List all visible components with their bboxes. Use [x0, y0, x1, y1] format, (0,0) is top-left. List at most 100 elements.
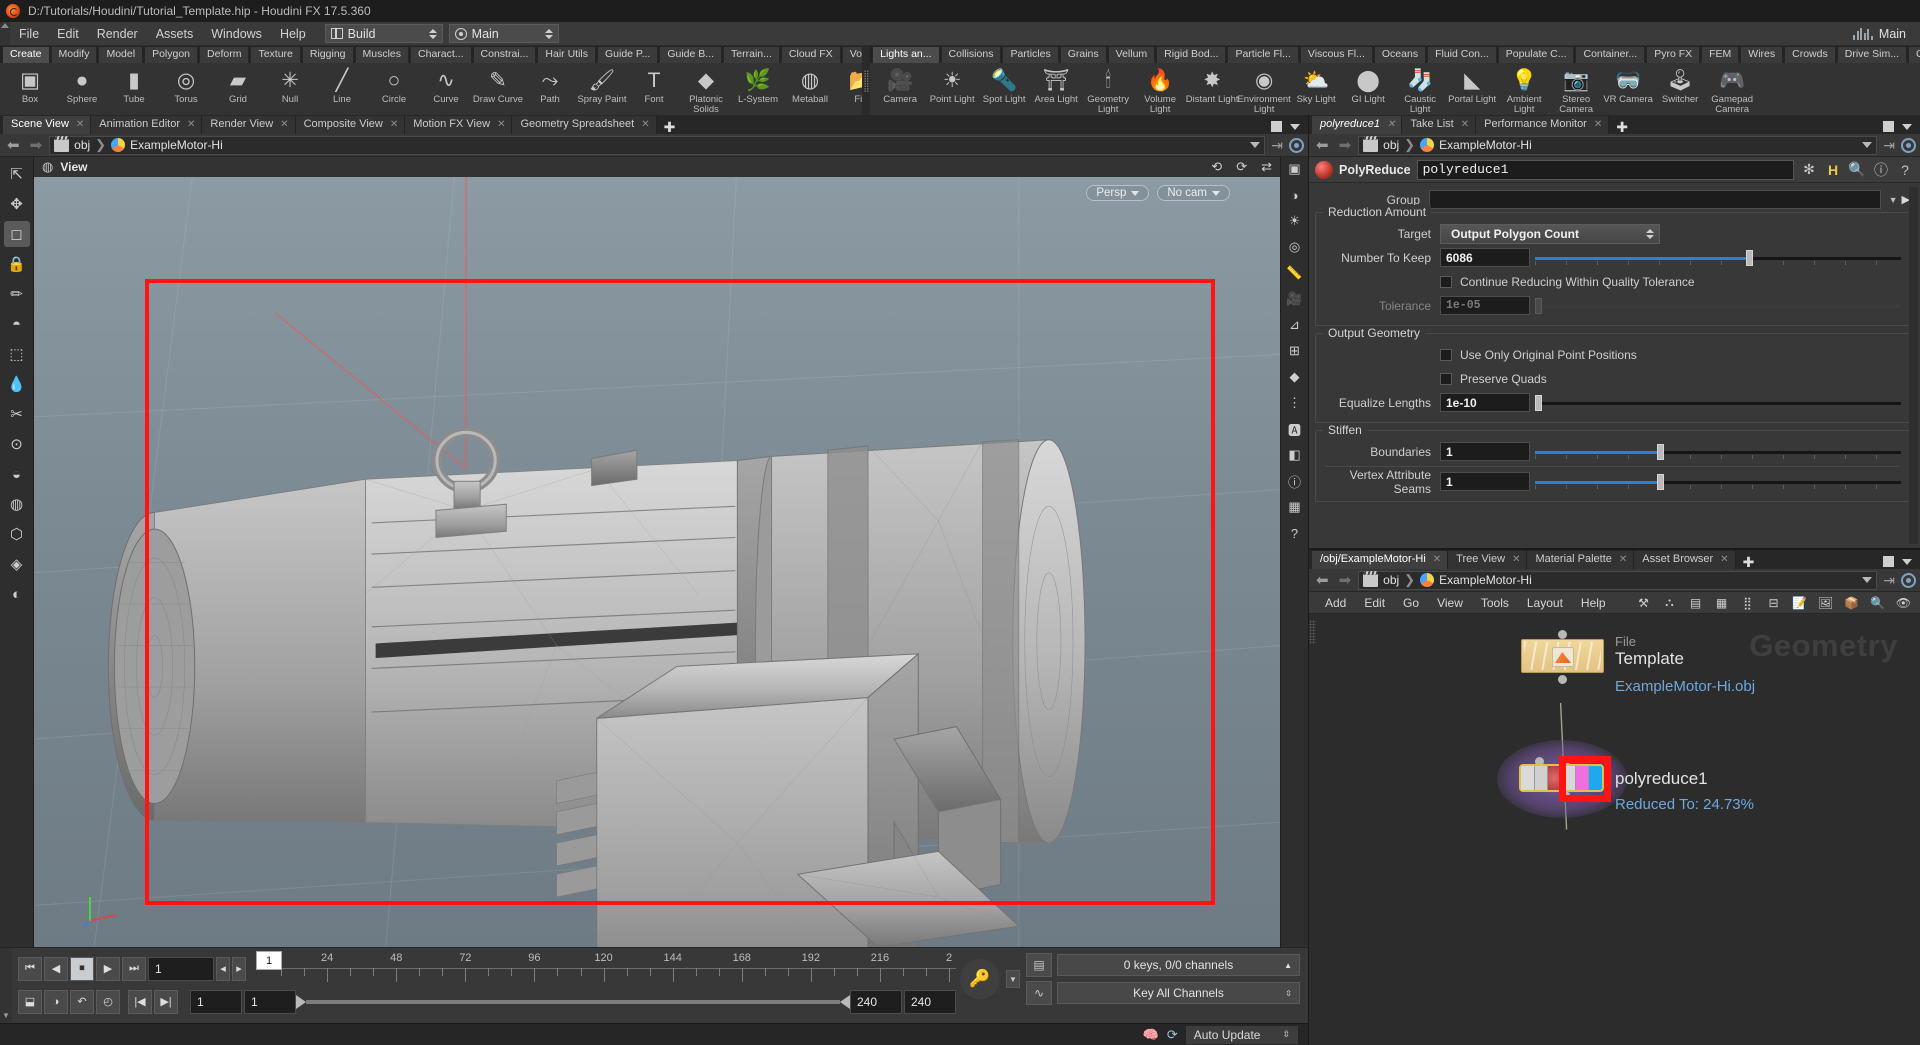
snap-icon[interactable]: ⊿ — [1284, 315, 1306, 335]
shelf-item-vr-camera[interactable]: 🥽 VR Camera — [1602, 66, 1654, 105]
layout-icon[interactable]: ⊟ — [1765, 595, 1782, 610]
projection-selector[interactable]: Persp — [1086, 185, 1150, 201]
target-icon[interactable] — [1289, 137, 1304, 153]
shelf-item-line[interactable]: ╱ Line — [316, 66, 368, 105]
shelf-item-file[interactable]: 📂File — [836, 66, 862, 105]
range-track[interactable] — [306, 999, 840, 1004]
network-menu-edit[interactable]: Edit — [1356, 594, 1393, 612]
shelf-tab-grains[interactable]: Grains — [1059, 46, 1107, 63]
jump-start-icon[interactable]: ⏮ — [18, 956, 42, 981]
shelf-tab-oceans[interactable]: Oceans — [1373, 46, 1427, 63]
shelf-tab-pyro-fx[interactable]: Pyro FX — [1646, 46, 1701, 63]
info-icon[interactable]: ⓘ — [1284, 471, 1306, 491]
shelf-item-spray-paint[interactable]: 🖌 Spray Paint — [576, 66, 628, 105]
shelf-item-curve[interactable]: ∿ Curve — [420, 66, 472, 105]
shelf-tab-guide-p[interactable]: Guide P... — [597, 46, 659, 63]
close-icon[interactable]: ✕ — [390, 118, 398, 131]
preserve-quads-checkbox[interactable] — [1440, 372, 1452, 385]
shelf-item-spot-light[interactable]: 🔦 Spot Light — [978, 66, 1030, 105]
desktop-selector-spinner[interactable] — [427, 28, 439, 39]
shelf-tab-crowds[interactable]: Crowds — [1784, 46, 1836, 63]
group-dropdown-icon[interactable]: ▼ — [1889, 195, 1898, 205]
shelf-item-path[interactable]: ⤳ Path — [524, 66, 576, 105]
pin-icon[interactable]: ⇥ — [1881, 572, 1897, 589]
playback-range-bar[interactable]: 1 1 240 240 — [190, 989, 956, 1014]
shelf-tab-collisions[interactable]: Collisions — [940, 46, 1002, 63]
pane-tab-material-palette[interactable]: Material Palette ✕ — [1527, 551, 1635, 569]
ghost-icon[interactable]: ◎ — [1284, 237, 1306, 257]
range-end-handle[interactable] — [840, 994, 850, 1009]
shading-icon[interactable]: ◑ — [1284, 185, 1306, 205]
shelf-tab-guide-b[interactable]: Guide B... — [659, 46, 723, 63]
stop-icon[interactable]: ⏹ — [70, 956, 94, 981]
tools-icon[interactable]: ⚒ — [1635, 595, 1652, 610]
scene-path-field[interactable]: obj ❯ ExampleMotor-Hi — [49, 135, 1266, 155]
shelf-tab-terrain[interactable]: Terrain... — [723, 46, 780, 63]
color-grid-icon[interactable]: ▦ — [1713, 595, 1730, 610]
number-to-keep-slider[interactable] — [1535, 248, 1905, 267]
shelf-item-ambient-light[interactable]: 💡 Ambient Light — [1498, 66, 1550, 115]
pane-tab-take-list[interactable]: Take List ✕ — [1402, 116, 1477, 134]
snapping-icon[interactable]: ⟳ — [1236, 159, 1247, 175]
shelf-tab-fluid-con[interactable]: Fluid Con... — [1427, 46, 1497, 63]
close-icon[interactable]: ✕ — [1512, 553, 1520, 566]
shelf-item-gamepad-camera[interactable]: 🎮 Gamepad Camera — [1706, 66, 1758, 115]
hierarchy-icon[interactable]: ⛬ — [1661, 595, 1678, 610]
menu-render[interactable]: Render — [88, 24, 147, 44]
file-node-input-dot[interactable] — [1558, 675, 1567, 684]
shelf-item-box[interactable]: ▣ Box — [4, 66, 56, 105]
pane-menu-chevron-down-icon[interactable] — [1290, 123, 1300, 130]
target-icon[interactable] — [1901, 137, 1916, 153]
play-icon[interactable]: ▶ — [96, 956, 120, 981]
handle-icon[interactable]: ✥ — [4, 191, 30, 217]
file-node-output-dot[interactable] — [1558, 630, 1567, 639]
key-mode-button[interactable]: Key All Channels ⇳ — [1057, 982, 1300, 1004]
step-prev-key-icon[interactable]: ◂ — [216, 956, 230, 981]
shelf-tab-cloud-fx[interactable]: Cloud FX — [780, 46, 841, 63]
shelf-item-point-light[interactable]: ☀ Point Light — [926, 66, 978, 105]
vertex-seams-slider[interactable] — [1535, 472, 1905, 491]
pane-tab-geometry-spreadsheet[interactable]: Geometry Spreadsheet ✕ — [512, 116, 657, 134]
shelf-tab-hair-utils[interactable]: Hair Utils — [537, 46, 596, 63]
info-icon[interactable]: ⓘ — [1872, 160, 1890, 180]
network-path-field[interactable]: obj ❯ ExampleMotor-Hi — [1358, 570, 1878, 590]
shelf-item-tube[interactable]: ▮ Tube — [108, 66, 160, 105]
timeline-playhead[interactable]: 1 — [256, 951, 282, 970]
ruler-icon[interactable]: 📏 — [1284, 263, 1306, 283]
shelf-item-area-light[interactable]: ⛩ Area Light — [1030, 66, 1082, 105]
shelf-tab-particles[interactable]: Particles — [1002, 46, 1059, 63]
range-start-field[interactable]: 1 — [190, 989, 242, 1014]
close-icon[interactable]: ✕ — [1433, 553, 1441, 566]
file-node[interactable] — [1521, 639, 1604, 673]
grid-icon[interactable]: ▦ — [1284, 497, 1306, 517]
undo-icon[interactable]: ↶ — [70, 989, 94, 1014]
shelf-tab-polygon[interactable]: Polygon — [144, 46, 199, 63]
pin-icon[interactable]: ⇥ — [1881, 137, 1897, 154]
to-end-icon[interactable]: ▶| — [154, 989, 178, 1014]
shelf-item-caustic-light[interactable]: 🧦 Caustic Light — [1394, 66, 1446, 115]
menu-file[interactable]: File — [10, 24, 48, 44]
channel-list-icon[interactable]: ▤ — [1026, 953, 1052, 977]
shelf-item-platonic-solids[interactable]: ◆ Platonic Solids — [680, 66, 732, 115]
maximize-pane-icon[interactable] — [1883, 556, 1894, 567]
shelf-item-stereo-camera[interactable]: 📷 Stereo Camera — [1550, 66, 1602, 115]
network-menu-layout[interactable]: Layout — [1519, 594, 1571, 612]
notes-icon[interactable]: 📝 — [1791, 595, 1808, 610]
soft-icon[interactable]: ⊙ — [4, 431, 30, 457]
paint-icon[interactable]: ✏ — [4, 281, 30, 307]
range-start-handle[interactable] — [296, 994, 306, 1009]
scale-icon[interactable]: ◍ — [4, 491, 30, 517]
network-menu-tools[interactable]: Tools — [1473, 594, 1517, 612]
search-icon[interactable]: 🔍 — [1848, 161, 1866, 178]
display-icon[interactable]: 👁 — [1895, 595, 1912, 610]
display-icon[interactable]: ▣ — [1284, 159, 1306, 179]
shelf-item-grid[interactable]: ▰ Grid — [212, 66, 264, 105]
shelf-item-sky-light[interactable]: ⛅ Sky Light — [1290, 66, 1342, 105]
shelf-tab-rigid-bod[interactable]: Rigid Bod... — [1156, 46, 1227, 63]
animation-curve-icon[interactable]: ∿ — [1026, 981, 1052, 1005]
pane-menu-chevron-down-icon[interactable] — [1902, 123, 1912, 130]
menu-edit[interactable]: Edit — [48, 24, 88, 44]
shelf-tab-container[interactable]: Container... — [1575, 46, 1646, 63]
shelf-item-geometry-light[interactable]: 🕯 Geometry Light — [1082, 66, 1134, 115]
lock-icon[interactable]: 🔒 — [4, 251, 30, 277]
